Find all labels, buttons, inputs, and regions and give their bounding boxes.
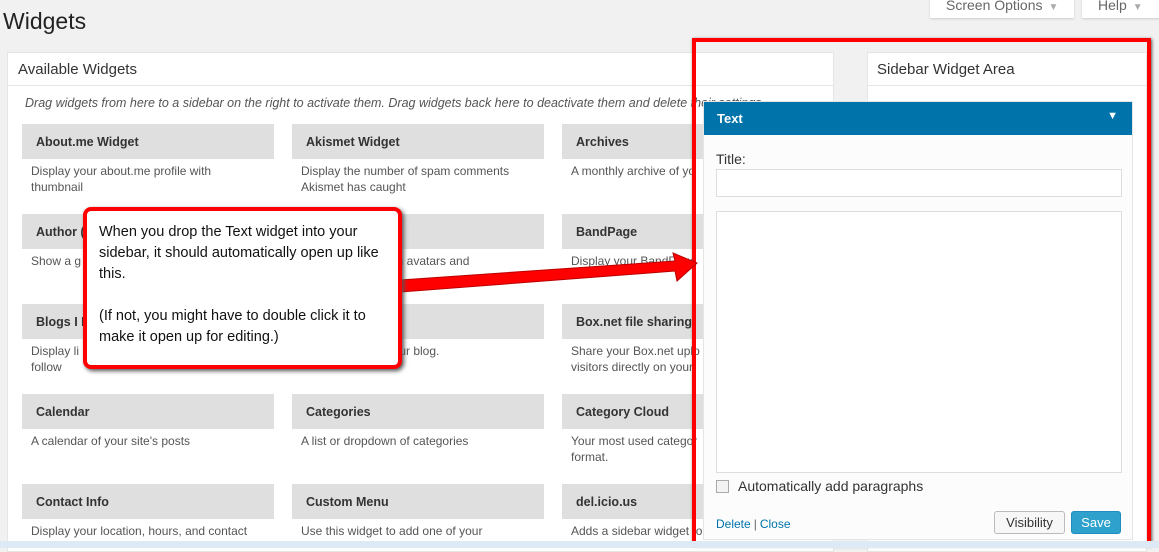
page-title: Widgets — [3, 8, 87, 34]
widget-item[interactable]: Akismet Widget — [292, 124, 544, 159]
widget-item[interactable]: Categories — [292, 394, 544, 429]
callout-text-2: (If not, you might have to double click … — [99, 308, 366, 345]
widget-description: Akismet has caught — [301, 180, 406, 194]
widget-description: A list or dropdown of categories — [301, 434, 469, 448]
widget-description: Display the number of spam comments — [301, 164, 510, 178]
available-widgets-hint: Drag widgets from here to a sidebar on t… — [25, 96, 765, 110]
help-label: Help — [1098, 0, 1127, 13]
widget-description: thumbnail — [31, 180, 84, 194]
screen-options-label: Screen Options — [946, 0, 1043, 13]
annotation-callout: When you drop the Text widget into your … — [83, 207, 402, 369]
widget-description: Display your about.me profile with — [31, 164, 212, 178]
widget-description: A calendar of your site's posts — [31, 434, 191, 448]
widget-item[interactable]: Calendar — [22, 394, 274, 429]
arrow-icon — [399, 252, 698, 293]
help-button[interactable]: Help ▼ — [1082, 0, 1159, 18]
caret-down-icon: ▼ — [1132, 2, 1143, 13]
widget-item[interactable]: Contact Info — [22, 484, 274, 519]
widget-item[interactable]: About.me Widget — [22, 124, 274, 159]
widget-description: Use this widget to add one of your — [301, 524, 483, 538]
widget-item[interactable]: Custom Menu — [292, 484, 544, 519]
bottom-strip — [0, 541, 1159, 548]
screen-options-button[interactable]: Screen Options ▼ — [930, 0, 1075, 18]
annotation-arrow — [399, 252, 698, 293]
callout-text-1: When you drop the Text widget into your … — [99, 224, 379, 282]
highlight-box — [692, 38, 1151, 545]
caret-down-icon: ▼ — [1048, 2, 1059, 13]
widget-description: Display your location, hours, and contac… — [31, 524, 248, 538]
